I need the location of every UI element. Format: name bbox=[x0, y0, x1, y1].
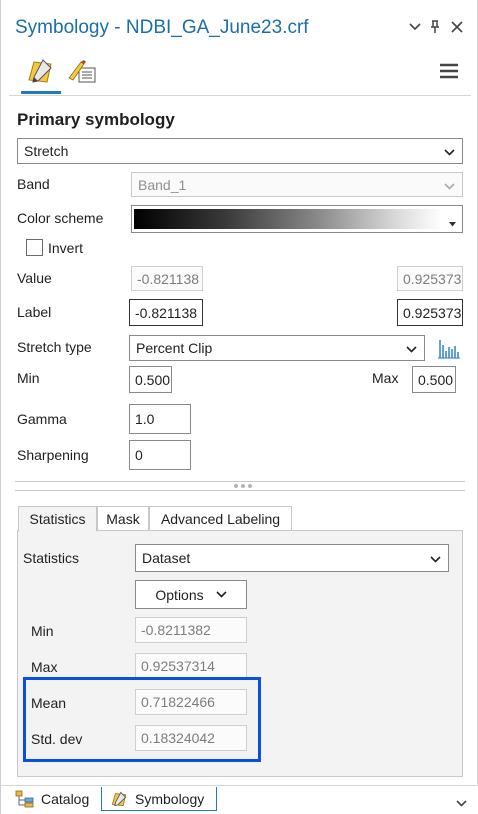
stretch-type-value: Percent Clip bbox=[136, 340, 213, 356]
invert-checkbox[interactable] bbox=[26, 239, 43, 256]
toolbar-divider bbox=[9, 95, 471, 96]
stat-max-label: Max bbox=[31, 659, 58, 675]
sharpening-label: Sharpening bbox=[17, 447, 89, 463]
statistics-value: Dataset bbox=[142, 550, 191, 566]
invert-label: Invert bbox=[48, 240, 84, 256]
color-ramp-swatch bbox=[134, 209, 442, 229]
bottom-tab-symbology[interactable]: Symbology bbox=[101, 787, 217, 811]
stat-min-field: -0.8211382 bbox=[135, 617, 247, 643]
max-label: Max bbox=[372, 370, 399, 386]
color-scheme-label: Color scheme bbox=[17, 210, 104, 226]
bottom-tab-catalog-label: Catalog bbox=[41, 791, 90, 807]
histogram-icon[interactable] bbox=[437, 337, 461, 359]
value-max-field: 0.925373 bbox=[397, 266, 463, 291]
tab-mask[interactable]: Mask bbox=[97, 506, 149, 531]
active-tab-indicator bbox=[21, 91, 61, 94]
pane-title: Symbology - NDBI_GA_June23.crf bbox=[15, 17, 309, 38]
splitter-line bbox=[15, 481, 465, 482]
band-value: Band_1 bbox=[138, 176, 187, 193]
options-button[interactable]: Options bbox=[135, 580, 247, 609]
label-max-input[interactable]: 0.925373 bbox=[397, 299, 463, 326]
chevron-down-icon bbox=[444, 177, 455, 193]
bottom-tab-symbology-label: Symbology bbox=[135, 790, 205, 807]
renderer-value: Stretch bbox=[24, 143, 69, 159]
gamma-label: Gamma bbox=[17, 411, 67, 427]
chevron-down-icon[interactable] bbox=[407, 18, 423, 36]
secondary-symbology-icon[interactable] bbox=[67, 58, 97, 86]
color-scheme-dropdown[interactable] bbox=[131, 205, 463, 233]
value-min-field: -0.821138 bbox=[131, 266, 203, 291]
chevron-down-icon[interactable] bbox=[456, 794, 467, 810]
symbology-icon bbox=[111, 791, 127, 806]
pane-splitter[interactable] bbox=[15, 481, 465, 491]
tab-statistics[interactable]: Statistics bbox=[18, 506, 97, 532]
sharpening-input[interactable]: 0 bbox=[129, 440, 191, 470]
chevron-down-icon bbox=[216, 591, 227, 598]
band-label: Band bbox=[17, 176, 50, 192]
hamburger-menu-icon[interactable] bbox=[440, 63, 458, 79]
statistics-label: Statistics bbox=[23, 550, 80, 566]
statistics-dropdown[interactable]: Dataset bbox=[135, 544, 449, 572]
close-icon[interactable] bbox=[449, 18, 465, 36]
min-percent-input[interactable]: 0.500 bbox=[129, 366, 172, 393]
symbology-pane: Symbology - NDBI_GA_June23.crf Primary s… bbox=[0, 0, 478, 814]
stat-max-field: 0.92537314 bbox=[135, 653, 247, 679]
stat-min-label: Min bbox=[31, 623, 54, 639]
dropdown-arrow-icon bbox=[449, 214, 456, 230]
tab-advanced-labeling[interactable]: Advanced Labeling bbox=[149, 506, 292, 531]
chevron-down-icon bbox=[444, 143, 455, 159]
stretch-type-label: Stretch type bbox=[17, 339, 92, 355]
gamma-input[interactable]: 1.0 bbox=[129, 404, 191, 434]
chevron-down-icon bbox=[406, 340, 417, 356]
bottom-tab-catalog[interactable]: Catalog bbox=[15, 787, 89, 811]
label-min-input[interactable]: -0.821138 bbox=[129, 299, 203, 326]
grip-dots-icon bbox=[234, 484, 252, 488]
pin-icon[interactable] bbox=[427, 18, 443, 36]
chevron-down-icon bbox=[430, 550, 441, 566]
min-label: Min bbox=[17, 370, 40, 386]
label-label: Label bbox=[17, 304, 52, 320]
value-label: Value bbox=[17, 270, 52, 286]
primary-symbology-icon[interactable] bbox=[25, 56, 55, 86]
max-percent-input[interactable]: 0.500 bbox=[412, 366, 456, 393]
section-heading: Primary symbology bbox=[17, 110, 175, 129]
options-button-label: Options bbox=[155, 586, 204, 603]
stretch-type-dropdown[interactable]: Percent Clip bbox=[129, 335, 425, 361]
highlight-box bbox=[23, 677, 261, 762]
catalog-icon bbox=[15, 790, 34, 808]
band-dropdown[interactable]: Band_1 bbox=[131, 172, 463, 197]
splitter-line bbox=[15, 490, 465, 491]
renderer-dropdown[interactable]: Stretch bbox=[17, 138, 463, 164]
